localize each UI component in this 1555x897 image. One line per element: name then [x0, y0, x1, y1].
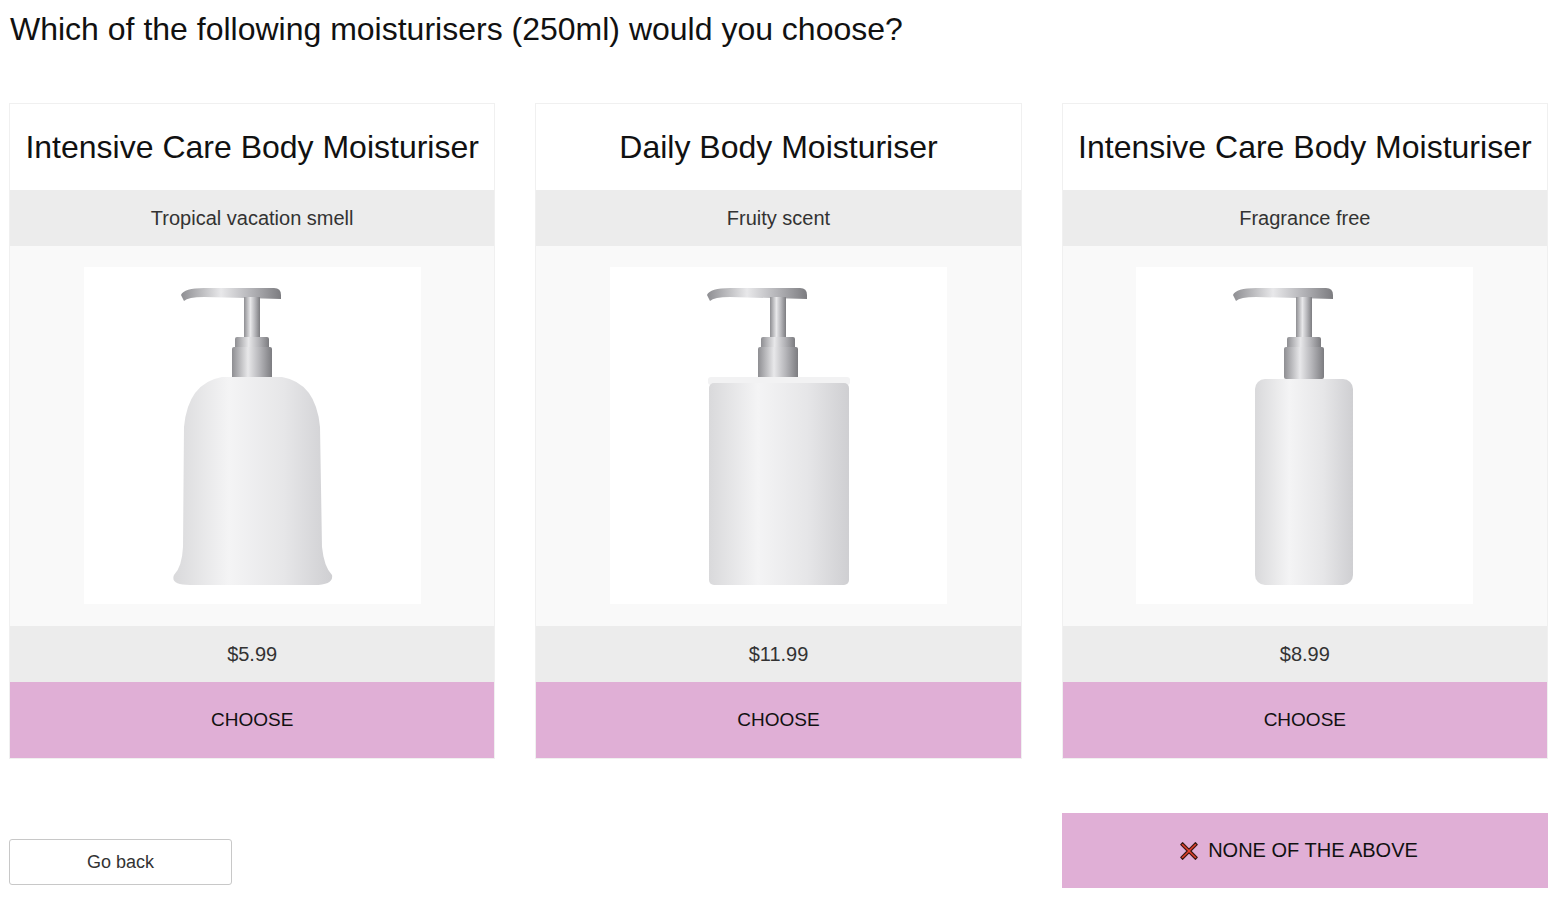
choose-button[interactable]: CHOOSE — [536, 682, 1020, 758]
product-image-area — [10, 246, 494, 626]
product-card: Intensive Care Body Moisturiser Tropical… — [9, 103, 495, 759]
product-image-area — [536, 246, 1020, 626]
choose-button[interactable]: CHOOSE — [1063, 682, 1547, 758]
product-image-area — [1063, 246, 1547, 626]
cross-icon — [1178, 840, 1200, 862]
bottle-icon — [84, 267, 421, 604]
question-title: Which of the following moisturisers (250… — [10, 10, 1548, 48]
choose-button[interactable]: CHOOSE — [10, 682, 494, 758]
product-card: Intensive Care Body Moisturiser Fragranc… — [1062, 103, 1548, 759]
product-price: $8.99 — [1063, 626, 1547, 682]
product-name: Intensive Care Body Moisturiser — [1063, 104, 1547, 190]
choice-page: Which of the following moisturisers (250… — [0, 0, 1555, 897]
product-name: Intensive Care Body Moisturiser — [10, 104, 494, 190]
product-scent: Fruity scent — [536, 190, 1020, 246]
bottom-bar: Go back NONE OF THE ABOVE — [9, 813, 1548, 888]
none-of-the-above-button[interactable]: NONE OF THE ABOVE — [1062, 813, 1548, 888]
product-price: $5.99 — [10, 626, 494, 682]
product-cards: Intensive Care Body Moisturiser Tropical… — [9, 103, 1548, 759]
bottle-icon — [1136, 267, 1473, 604]
go-back-button[interactable]: Go back — [9, 839, 232, 885]
none-label: NONE OF THE ABOVE — [1208, 839, 1418, 862]
product-name: Daily Body Moisturiser — [536, 104, 1020, 190]
bottle-icon — [610, 267, 947, 604]
product-scent: Tropical vacation smell — [10, 190, 494, 246]
product-scent: Fragrance free — [1063, 190, 1547, 246]
product-card: Daily Body Moisturiser Fruity scent $11.… — [535, 103, 1021, 759]
product-price: $11.99 — [536, 626, 1020, 682]
